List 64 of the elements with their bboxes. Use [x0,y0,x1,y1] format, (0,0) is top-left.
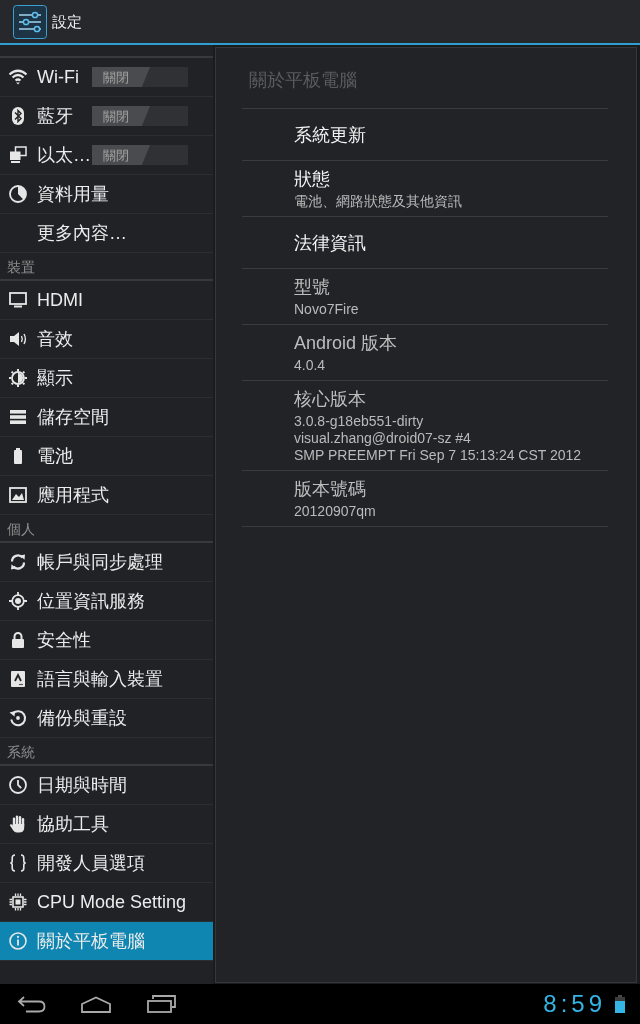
settings-list-item[interactable]: 資料用量 [0,175,213,214]
preference-title[interactable]: 系統更新 [294,122,366,147]
toggle-switch[interactable]: 關閉 [92,145,188,165]
back-arrow-icon[interactable] [17,995,46,1013]
settings-list-item[interactable]: 安全性 [0,621,213,660]
sync-icon [8,552,28,572]
settings-list-item[interactable]: 帳戶與同步處理 [0,543,213,582]
settings-list-item[interactable]: 電池 [0,437,213,476]
preference-summary: 20120907qm [294,503,376,520]
preference-title: Android 版本 [294,332,398,355]
restore-icon [8,708,28,728]
storage-icon [8,407,28,427]
preference-summary: visual.zhang@droid07-sz #4 [294,430,471,447]
preference-summary: 4.0.4 [294,357,326,374]
settings-list-item[interactable]: 音效 [0,320,213,359]
preference-summary: 電池、網路狀態及其他資訊 [294,193,462,210]
preference-title[interactable]: 狀態 [294,167,330,191]
settings-list-item[interactable]: 以太… 關閉 [0,136,213,175]
preference-summary: 3.0.8-g18eb551-dirty [294,413,424,430]
preference-title: 版本號碼 [294,478,366,501]
clock-icon [8,775,28,795]
speaker-icon [8,329,28,349]
settings-list-item[interactable]: 日期與時間 [0,766,213,805]
settings-list-item[interactable]: 協助工具 [0,805,213,844]
braces-icon [8,853,28,873]
settings-list-item[interactable]: 開發人員選項 [0,844,213,883]
clock-time: 8:59 [543,992,606,1016]
preference-title: 型號 [294,276,330,299]
settings-list-item[interactable]: Wi-Fi 關閉 [0,58,213,97]
target-icon [8,591,28,611]
preference-summary: Novo7Fire [294,301,359,318]
settings-list-item[interactable]: 顯示 [0,359,213,398]
settings-list-item[interactable]: HDMI [0,281,213,320]
chevron-tile-icon [8,669,28,689]
pie-chart-icon [8,184,28,204]
settings-list-item[interactable]: 語言與輸入裝置 [0,660,213,699]
section-header: 系統 [7,744,35,760]
preference-title[interactable]: 法律資訊 [294,230,366,255]
section-header: 裝置 [7,259,35,275]
panel-title: 關於平板電腦 [249,70,357,90]
toggle-switch[interactable]: 關閉 [92,106,188,126]
brightness-icon [8,368,28,388]
action-bar-title: 設定 [52,14,82,29]
house-icon[interactable] [81,995,111,1013]
toggle-switch[interactable]: 關閉 [92,67,188,87]
stacked-windows-icon[interactable] [147,995,176,1013]
preference-summary: SMP PREEMPT Fri Sep 7 15:13:24 CST 2012 [294,447,582,464]
wifi-icon [8,67,28,87]
monitors-icon [8,145,28,165]
settings-list-item[interactable]: 更多內容… [0,214,213,253]
picture-icon [8,485,28,505]
settings-list-item[interactable]: 儲存空間 [0,398,213,437]
info-icon [8,931,28,951]
settings-list-item[interactable]: 備份與重設 [0,699,213,738]
settings-list-item[interactable]: 應用程式 [0,476,213,515]
battery-icon [615,995,625,1013]
settings-list-item[interactable]: 藍牙 關閉 [0,97,213,136]
settings-list-item[interactable]: 位置資訊服務 [0,582,213,621]
settings-icon[interactable] [13,4,47,39]
settings-list-item[interactable]: 關於平板電腦 [0,922,213,961]
chip-icon [8,892,28,912]
preference-title: 核心版本 [294,388,366,411]
section-header: 個人 [7,521,35,537]
monitor-icon [8,290,28,310]
